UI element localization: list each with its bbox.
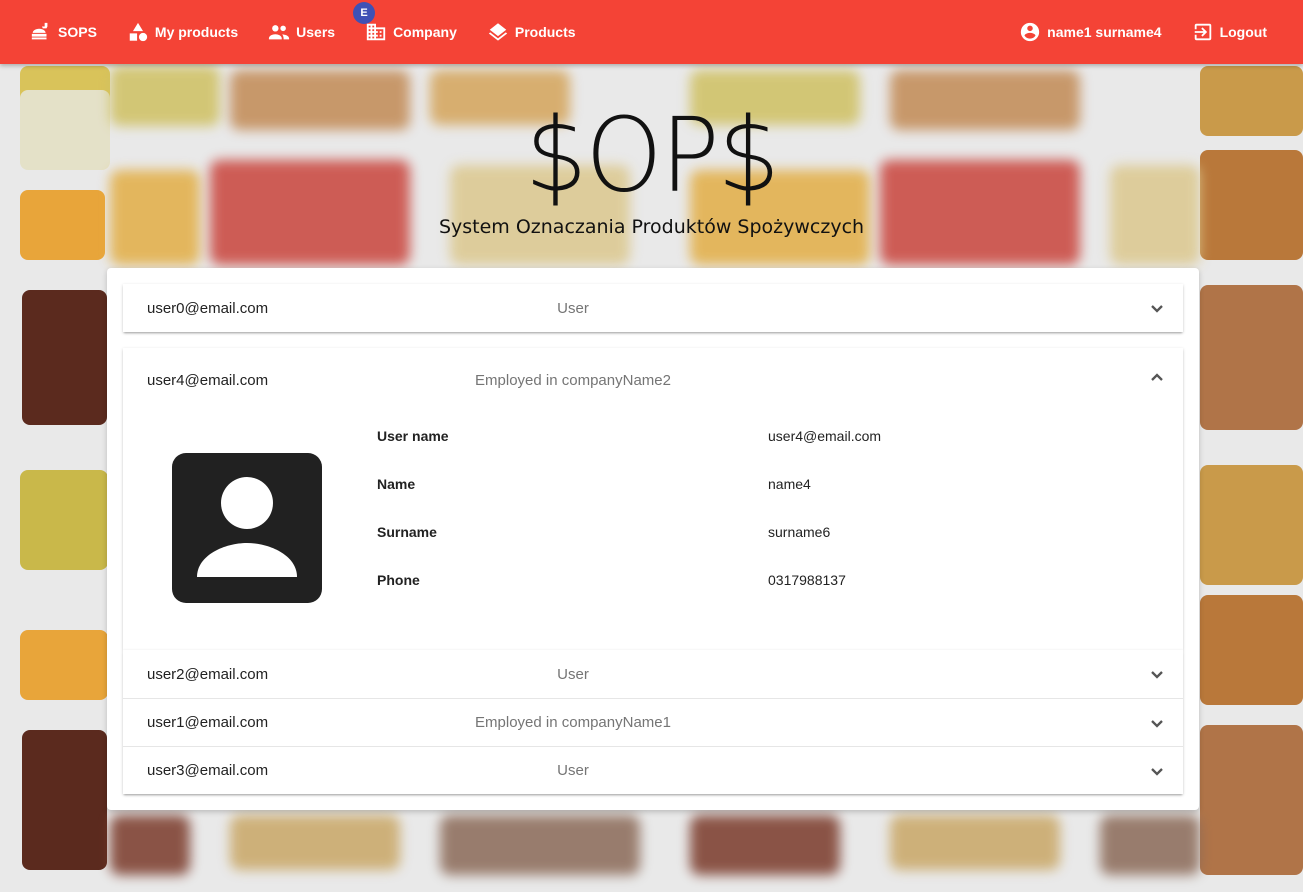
company-badge: E (353, 2, 376, 24)
bg-food-wine (22, 290, 107, 425)
user-role: User (557, 762, 589, 779)
account-circle-icon (1021, 22, 1040, 42)
chevron-up-icon[interactable] (1149, 370, 1165, 386)
nav-company-label: Company (393, 24, 457, 40)
bg-food-donuts (1200, 285, 1303, 430)
bg-tile (1100, 815, 1200, 875)
user-role: User (557, 299, 589, 317)
people-icon (269, 25, 290, 40)
detail-label-username: User name (377, 428, 449, 444)
bg-tile (440, 815, 640, 875)
bg-food-chips-2 (20, 630, 108, 700)
nav-logout-label: Logout (1219, 24, 1267, 40)
detail-value-username: user4@email.com (768, 428, 882, 444)
user-email: user2@email.com (147, 665, 269, 683)
user-role: User (557, 665, 589, 683)
business-icon (366, 23, 386, 41)
exit-icon (1194, 23, 1211, 41)
avatar (172, 453, 322, 603)
user-email: user3@email.com (147, 762, 269, 779)
user-panel-header[interactable]: user0@email.com User (123, 284, 1183, 332)
detail-value-phone: 0317988137 (768, 572, 846, 588)
chevron-down-icon[interactable] (1149, 715, 1165, 731)
nav-brand-button[interactable]: SOPS (18, 14, 109, 50)
top-navbar: SOPS My products Users E Company Product… (0, 0, 1303, 64)
hero: $OP$ System Oznaczania Produktów Spożywc… (0, 96, 1303, 238)
nav-logout-button[interactable]: Logout (1180, 14, 1279, 50)
nav-users-label: Users (296, 24, 336, 40)
bg-food-donuts-2 (1200, 725, 1303, 875)
bg-food-noodles-2 (1200, 465, 1303, 585)
layers-icon (488, 23, 508, 41)
detail-value-surname: surname6 (768, 524, 831, 540)
detail-label-phone: Phone (377, 572, 420, 588)
chevron-down-icon[interactable] (1149, 763, 1165, 779)
detail-label-surname: Surname (377, 524, 437, 540)
app-logo: $OP$ (525, 96, 780, 216)
user-email: user4@email.com (147, 371, 269, 389)
user-email: user1@email.com (147, 714, 269, 731)
user-panel: user0@email.com User (123, 284, 1183, 332)
user-panel-header[interactable]: user4@email.com Employed in companyName2 (123, 348, 1183, 412)
nav-my-products-button[interactable]: My products (115, 14, 250, 50)
food-icon (31, 22, 48, 40)
user-details: User name user4@email.com Name name4 Sur… (123, 412, 1183, 650)
bg-food-cheese-2 (20, 470, 108, 570)
nav-products-button[interactable]: Products (475, 14, 588, 50)
bg-food-cookies-2 (1200, 595, 1303, 705)
user-email: user0@email.com (147, 299, 269, 317)
bg-tile (890, 815, 1060, 870)
chevron-down-icon[interactable] (1149, 300, 1165, 316)
user-role: Employed in companyName1 (475, 714, 671, 731)
user-panel-group: user2@email.com User user1@email.com Emp… (123, 650, 1183, 794)
nav-account-button[interactable]: name1 surname4 (1007, 14, 1173, 50)
bg-tile (230, 815, 400, 870)
user-panel-header[interactable]: user1@email.com Employed in companyName1 (123, 699, 1183, 746)
nav-products-label: Products (514, 24, 576, 40)
app-subtitle: System Oznaczania Produktów Spożywczych (438, 216, 865, 238)
detail-value-name: name4 (768, 476, 811, 492)
user-panel-expanded: user4@email.com Employed in companyName2… (123, 348, 1183, 650)
user-panel-header[interactable]: user3@email.com User (123, 747, 1183, 794)
nav-users-button[interactable]: Users (256, 14, 347, 50)
nav-my-products-label: My products (154, 24, 239, 40)
detail-label-name: Name (377, 476, 416, 492)
bg-tile (690, 815, 840, 875)
person-icon (197, 477, 297, 577)
nav-account-label: name1 surname4 (1047, 24, 1162, 40)
users-card: user0@email.com User user4@email.com Emp… (107, 268, 1199, 810)
bg-food-wine-2 (22, 730, 107, 870)
user-panel-header[interactable]: user2@email.com User (123, 650, 1183, 698)
nav-brand-label: SOPS (58, 24, 97, 40)
chevron-down-icon[interactable] (1149, 666, 1165, 682)
user-role: Employed in companyName2 (475, 371, 671, 389)
nav-company-button[interactable]: E Company (353, 2, 469, 50)
bg-tile (110, 815, 190, 875)
category-icon (129, 22, 148, 42)
